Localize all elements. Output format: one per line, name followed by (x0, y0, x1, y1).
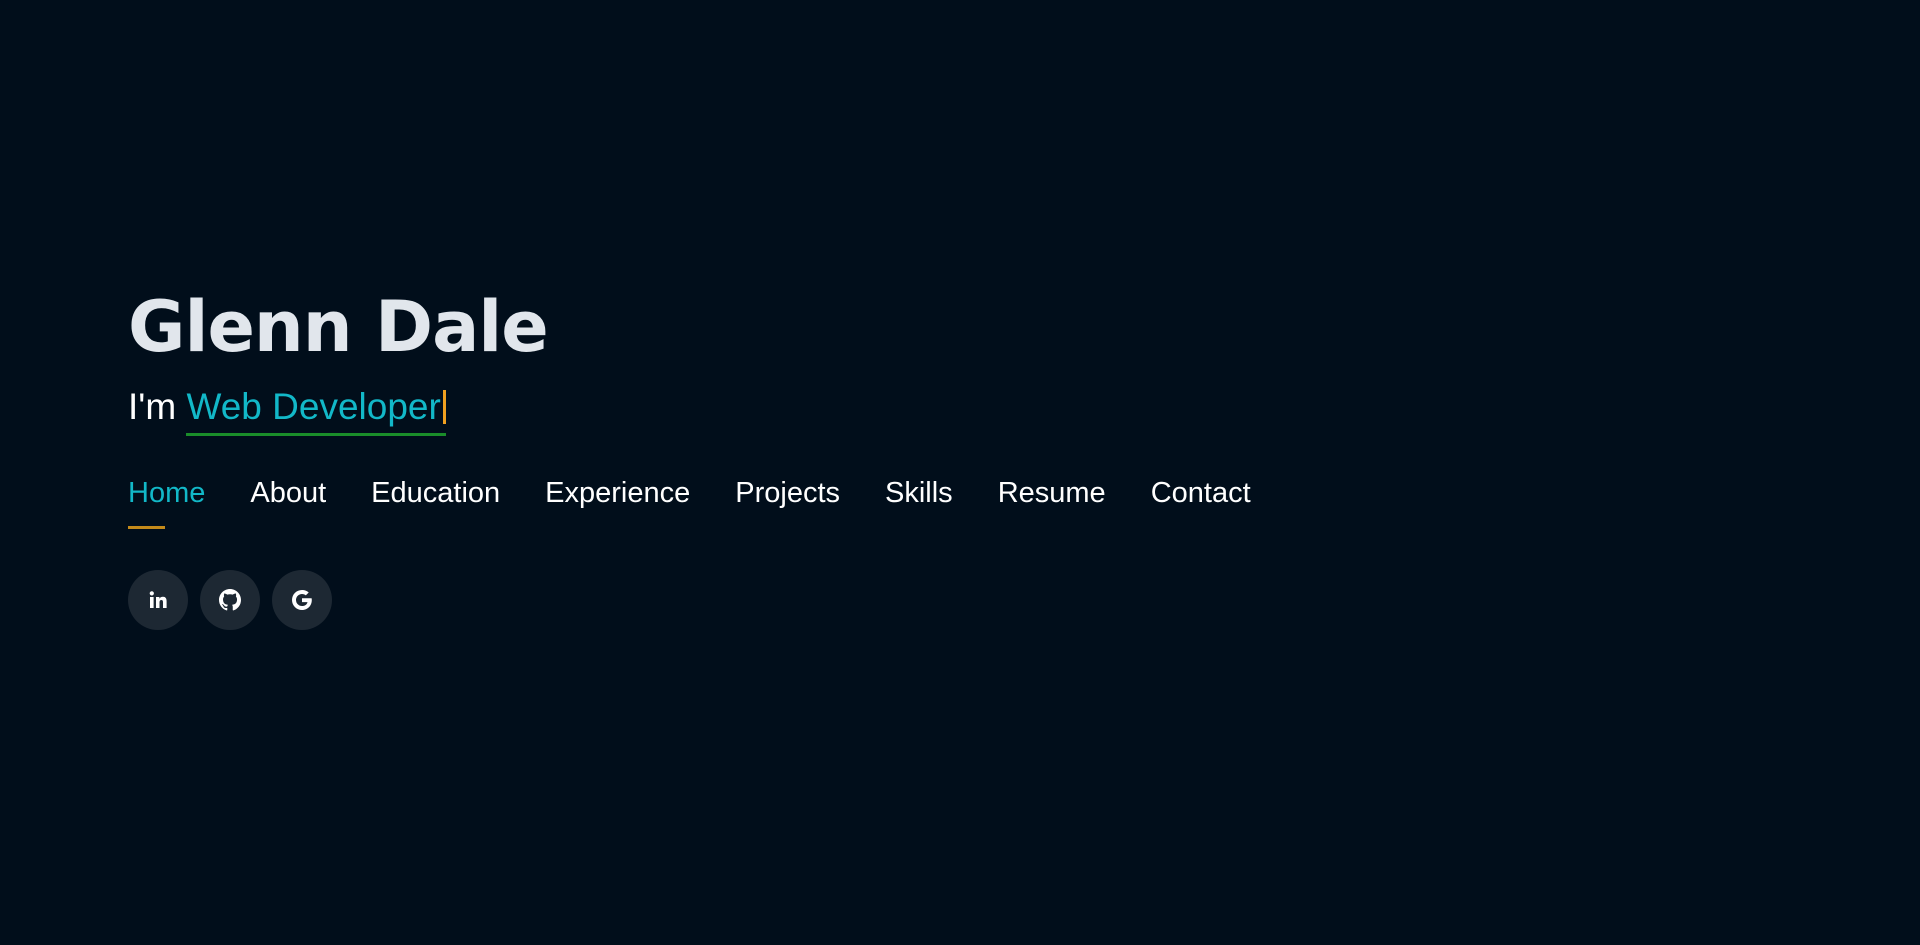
nav-item-education[interactable]: Education (371, 476, 500, 510)
hero-section: Glenn Dale I'm Web Developer Home About … (128, 285, 1528, 630)
nav-item-skills[interactable]: Skills (885, 476, 953, 510)
linkedin-button[interactable] (128, 570, 188, 630)
nav-item-about[interactable]: About (250, 476, 326, 510)
typed-role-text: Web Developer (186, 386, 446, 436)
typing-cursor (442, 390, 446, 424)
nav-item-home[interactable]: Home (128, 476, 205, 529)
typed-role-label: Web Developer (186, 386, 441, 427)
nav-item-contact[interactable]: Contact (1151, 476, 1251, 510)
nav-item-projects[interactable]: Projects (735, 476, 840, 510)
linkedin-icon (149, 591, 167, 608)
nav-item-experience[interactable]: Experience (545, 476, 690, 510)
social-links (128, 570, 1528, 630)
tagline: I'm Web Developer (128, 385, 1528, 436)
github-icon (219, 589, 241, 611)
main-nav: Home About Education Experience Projects… (128, 476, 1528, 529)
github-button[interactable] (200, 570, 260, 630)
page-title: Glenn Dale (128, 286, 549, 368)
google-button[interactable] (272, 570, 332, 630)
google-icon (292, 590, 312, 610)
tagline-prefix: I'm (128, 386, 187, 427)
nav-item-resume[interactable]: Resume (998, 476, 1106, 510)
